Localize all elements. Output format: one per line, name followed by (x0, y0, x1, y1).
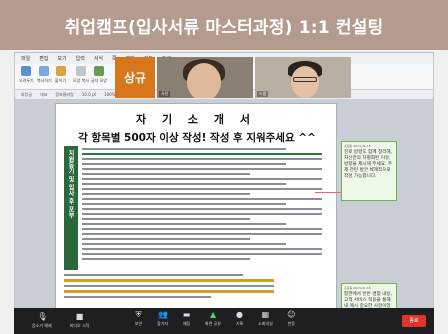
video-button[interactable]: ■ 비디오 시작 (70, 313, 90, 329)
glasses-icon (293, 77, 317, 82)
video-tile-1[interactable]: 상규 (115, 57, 155, 98)
highlighted-line (82, 153, 322, 155)
participants-button[interactable]: 👥 참가자 (157, 311, 168, 327)
lang-select[interactable]: 대표 (40, 92, 47, 98)
text-line (82, 218, 250, 220)
text-line (82, 248, 322, 250)
mute-button[interactable]: 🎙 음소거 해제 (32, 313, 52, 329)
menu-insert[interactable]: 입력 (76, 55, 85, 62)
size-select[interactable]: 10.0 pt (82, 92, 96, 97)
comment-meta: 홍길동 2024-01-15 (344, 144, 371, 148)
text-line (82, 253, 322, 255)
bottom-text-block[interactable] (64, 274, 274, 301)
chat-button[interactable]: ▬ 채팅 (182, 311, 191, 327)
font-icon (94, 66, 104, 76)
ribbon-format-painter[interactable]: 모양 복사 (73, 66, 89, 84)
text-line (82, 213, 322, 215)
text-line (82, 148, 286, 150)
video-label: 사진 (159, 91, 171, 97)
text-line (82, 193, 250, 195)
menu-format[interactable]: 서식 (94, 55, 103, 62)
breakout-rooms-button[interactable]: ▦ 소회의실 (258, 311, 273, 327)
share-screen-icon: ▲ (209, 310, 217, 319)
comment-connector (315, 192, 341, 193)
font-select[interactable]: 함초롬바탕 (55, 92, 73, 98)
comment-meta: 홍길동 2024-01-15 (344, 286, 371, 290)
highlighted-line (64, 290, 274, 293)
word-processor-window: 파일 편집 보기 입력 서식 쪽 보안 검토 도구 오려두기 복사하기 붙이기 … (14, 52, 434, 330)
banner-title: 취업캠프(입사서류 마스터과정) 1:1 컨설팅 (64, 17, 384, 38)
text-line (82, 198, 322, 200)
text-line (82, 168, 322, 170)
brush-icon (76, 66, 86, 76)
text-line (82, 223, 286, 225)
style-select[interactable]: 바탕글 (21, 92, 32, 98)
ribbon-char-shape[interactable]: 글자 모양 (91, 66, 107, 84)
video-tile-2[interactable]: 사진 (157, 57, 253, 98)
text-line (82, 258, 250, 260)
people-icon: 👥 (158, 310, 168, 319)
video-strip: 상규 사진 드림 (115, 57, 351, 98)
video-label: 드림 (257, 91, 269, 97)
text-line (64, 296, 211, 298)
menu-file[interactable]: 파일 (21, 55, 30, 62)
security-button[interactable]: ⛨ 보안 (134, 311, 143, 327)
text-line (82, 183, 286, 185)
text-line (82, 208, 322, 210)
review-comment[interactable]: 홍길동 2024-01-15 진로 방향도 함께 정리해, 자신만의 차별화된 … (341, 141, 397, 201)
record-button[interactable]: ● 기록 (235, 311, 244, 327)
grid-icon: ▦ (261, 310, 270, 319)
video-tile-3[interactable]: 드림 (255, 57, 351, 98)
text-line (82, 203, 286, 205)
ribbon-paste[interactable]: 붙이기 (55, 66, 66, 84)
menu-view[interactable]: 보기 (57, 55, 66, 62)
shield-icon: ⛨ (135, 310, 142, 319)
share-screen-button[interactable]: ▲ 화면 공유 (205, 311, 221, 327)
comment-text: 진로 방향도 함께 정리해, 자신만의 차별화된 이유, 방향을 제시해 주세요… (344, 150, 393, 179)
text-line (64, 274, 243, 276)
scissors-icon (21, 66, 32, 76)
paste-icon (55, 66, 66, 76)
body-text-block[interactable] (82, 148, 322, 263)
zoom-select[interactable]: 100% (104, 92, 115, 97)
smile-icon: ☺ (287, 310, 296, 319)
participant-face (291, 66, 319, 98)
text-line (82, 188, 322, 190)
title-banner: 취업캠프(입사서류 마스터과정) 1:1 컨설팅 (0, 0, 448, 50)
text-line (82, 233, 322, 235)
participant-face (187, 63, 221, 98)
text-line (82, 158, 322, 160)
camera-icon: ■ (75, 312, 84, 321)
text-line (82, 178, 322, 180)
document-page[interactable]: 자 기 소 개 서 각 항목별 500자 이상 작성! 작성 후 지워주세요 ^… (55, 103, 337, 314)
end-meeting-button[interactable]: 종료 (402, 315, 426, 327)
text-line (64, 285, 274, 287)
reactions-button[interactable]: ☺ 반응 (287, 311, 296, 327)
ribbon-copy[interactable]: 복사하기 (37, 66, 52, 84)
meeting-center-controls: ⛨ 보안 👥 참가자 ▬ 채팅 ▲ 화면 공유 ● 기록 ▦ 소회의실 ☺ 반응 (134, 311, 296, 327)
text-line (82, 173, 250, 175)
meeting-controls-bar: 🎙 음소거 해제 ■ 비디오 시작 ⛨ 보안 👥 참가자 ▬ 채팅 ▲ 화면 공… (14, 308, 434, 334)
record-icon: ● (236, 310, 244, 319)
section-label-column: 지원동기 및 입사 후 포부 (64, 146, 78, 270)
highlighted-line (64, 279, 274, 282)
participant-name: 상규 (123, 71, 147, 85)
text-line (82, 243, 286, 245)
menu-edit[interactable]: 편집 (39, 55, 48, 62)
text-line (82, 238, 250, 240)
ribbon-cut[interactable]: 오려두기 (19, 66, 34, 84)
text-line (82, 163, 286, 165)
chat-icon: ▬ (182, 310, 191, 319)
document-instruction: 각 항목별 500자 이상 작성! 작성 후 지워주세요 ^^ (78, 132, 316, 144)
copy-icon (39, 66, 50, 76)
microphone-icon: 🎙 (37, 312, 48, 321)
document-title: 자 기 소 개 서 (136, 113, 256, 126)
section-label: 지원동기 및 입사 후 포부 (67, 150, 74, 219)
text-line (82, 228, 322, 230)
